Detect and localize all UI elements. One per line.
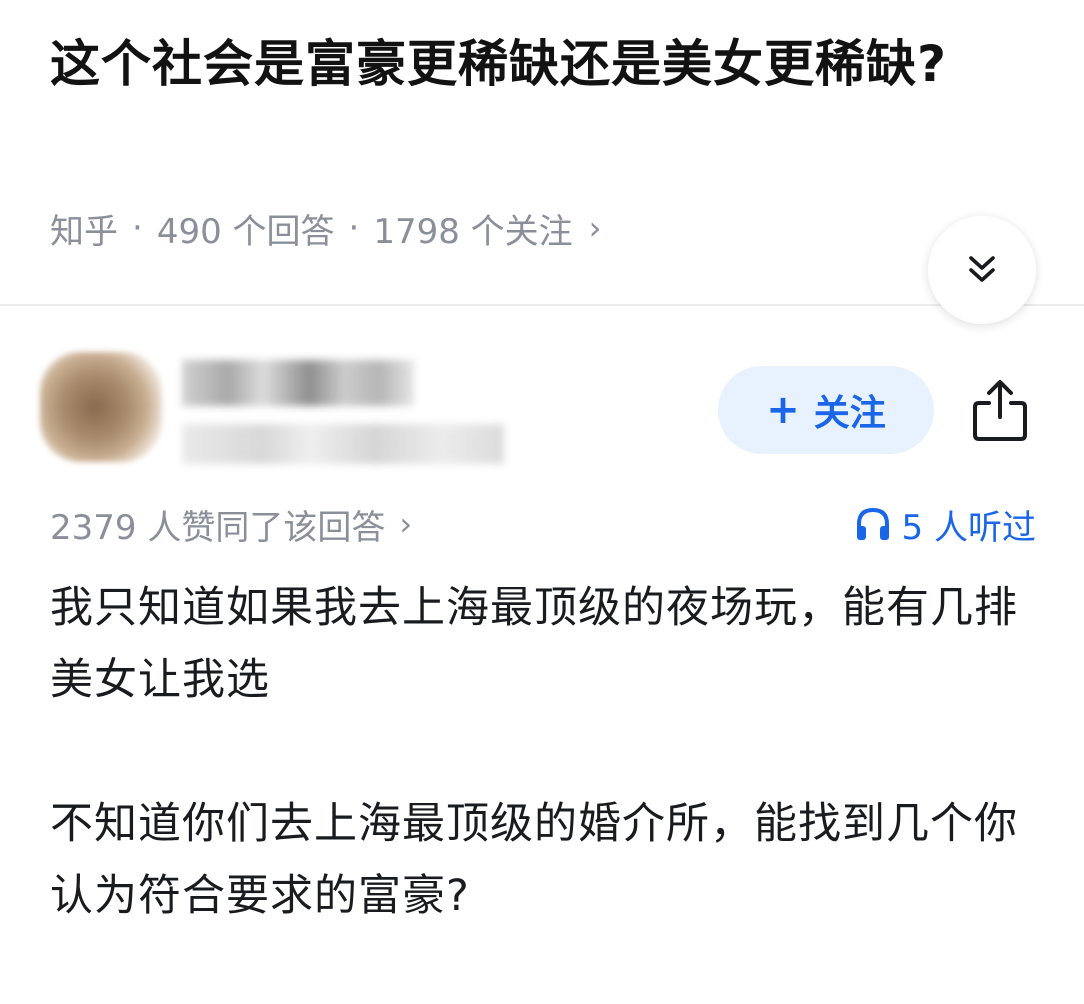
divider [0, 304, 1084, 306]
question-title[interactable]: 这个社会是富豪更稀缺还是美女更稀缺? [50, 28, 980, 100]
answer-content[interactable]: 我只知道如果我去上海最顶级的夜场玩，能有几排美女让我选 不知道你们去上海最顶级的… [50, 572, 1040, 1004]
upvote-summary[interactable]: 2379 人赞同了该回答 › [50, 496, 412, 552]
share-button[interactable] [968, 374, 1032, 446]
meta-separator: · [348, 208, 360, 248]
author-row: + 关注 [0, 330, 1084, 480]
collapse-button[interactable] [928, 216, 1036, 324]
listen-summary[interactable]: 5 人听过 [854, 496, 1036, 552]
answer-paragraph: 不知道你们去上海最顶级的婚介所，能找到几个你认为符合要求的富豪? [50, 799, 1018, 921]
headphone-icon [854, 505, 892, 543]
follower-count: 1798 个关注 [373, 211, 573, 252]
source-label: 知乎 [50, 211, 118, 252]
plus-icon: + [766, 387, 800, 433]
answer-paragraph: 我只知道如果我去上海最顶级的夜场玩，能有几排美女让我选 [50, 583, 1018, 705]
double-chevron-down-icon [969, 256, 995, 282]
answer-count: 490 个回答 [156, 211, 335, 252]
follow-button[interactable]: + 关注 [718, 366, 934, 454]
author-bio-blurred [182, 424, 504, 464]
answer-stats: 2379 人赞同了该回答 › 5 人听过 [50, 496, 1036, 552]
chevron-right-icon: › [588, 209, 602, 247]
follow-label: 关注 [813, 393, 886, 434]
upvote-count: 2379 人赞同了该回答 [50, 507, 386, 548]
avatar[interactable] [40, 352, 162, 462]
share-icon [973, 380, 1027, 441]
question-meta[interactable]: 知乎 · 490 个回答 · 1798 个关注 › [50, 200, 601, 256]
author-name-blurred[interactable] [182, 360, 414, 406]
meta-separator: · [132, 208, 143, 248]
chevron-right-icon: › [399, 505, 413, 543]
listen-count: 5 人听过 [901, 507, 1036, 548]
